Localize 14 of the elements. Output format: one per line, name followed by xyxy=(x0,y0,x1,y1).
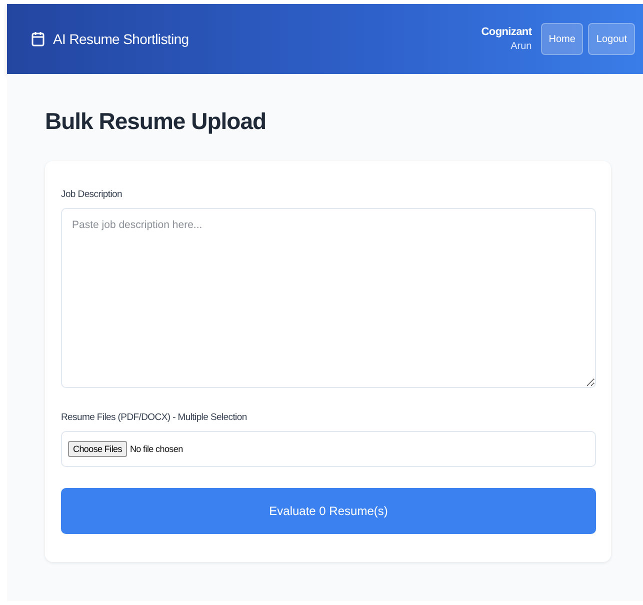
calendar-icon xyxy=(31,31,45,47)
page-title: Bulk Resume Upload xyxy=(45,108,268,135)
evaluate-button[interactable]: Evaluate 0 Resume(s) xyxy=(61,488,596,534)
nav-button[interactable]: Logout xyxy=(588,23,635,55)
job-description-field[interactable]: Paste job description here... xyxy=(61,208,596,388)
field-label: Job Description xyxy=(61,189,123,200)
file-input[interactable]: Choose Files No file chosen xyxy=(61,431,596,467)
nav-button[interactable]: Home xyxy=(540,23,584,55)
app-title: AI Resume Shortlisting xyxy=(53,31,189,47)
field-label: Resume Files (PDF/DOCX) - Multiple Selection xyxy=(61,412,248,423)
user-name: Arun xyxy=(510,41,532,52)
file-status: No file chosen xyxy=(130,444,183,454)
company-name: Cognizant xyxy=(481,26,532,38)
choose-files-button[interactable]: Choose Files xyxy=(68,441,127,457)
